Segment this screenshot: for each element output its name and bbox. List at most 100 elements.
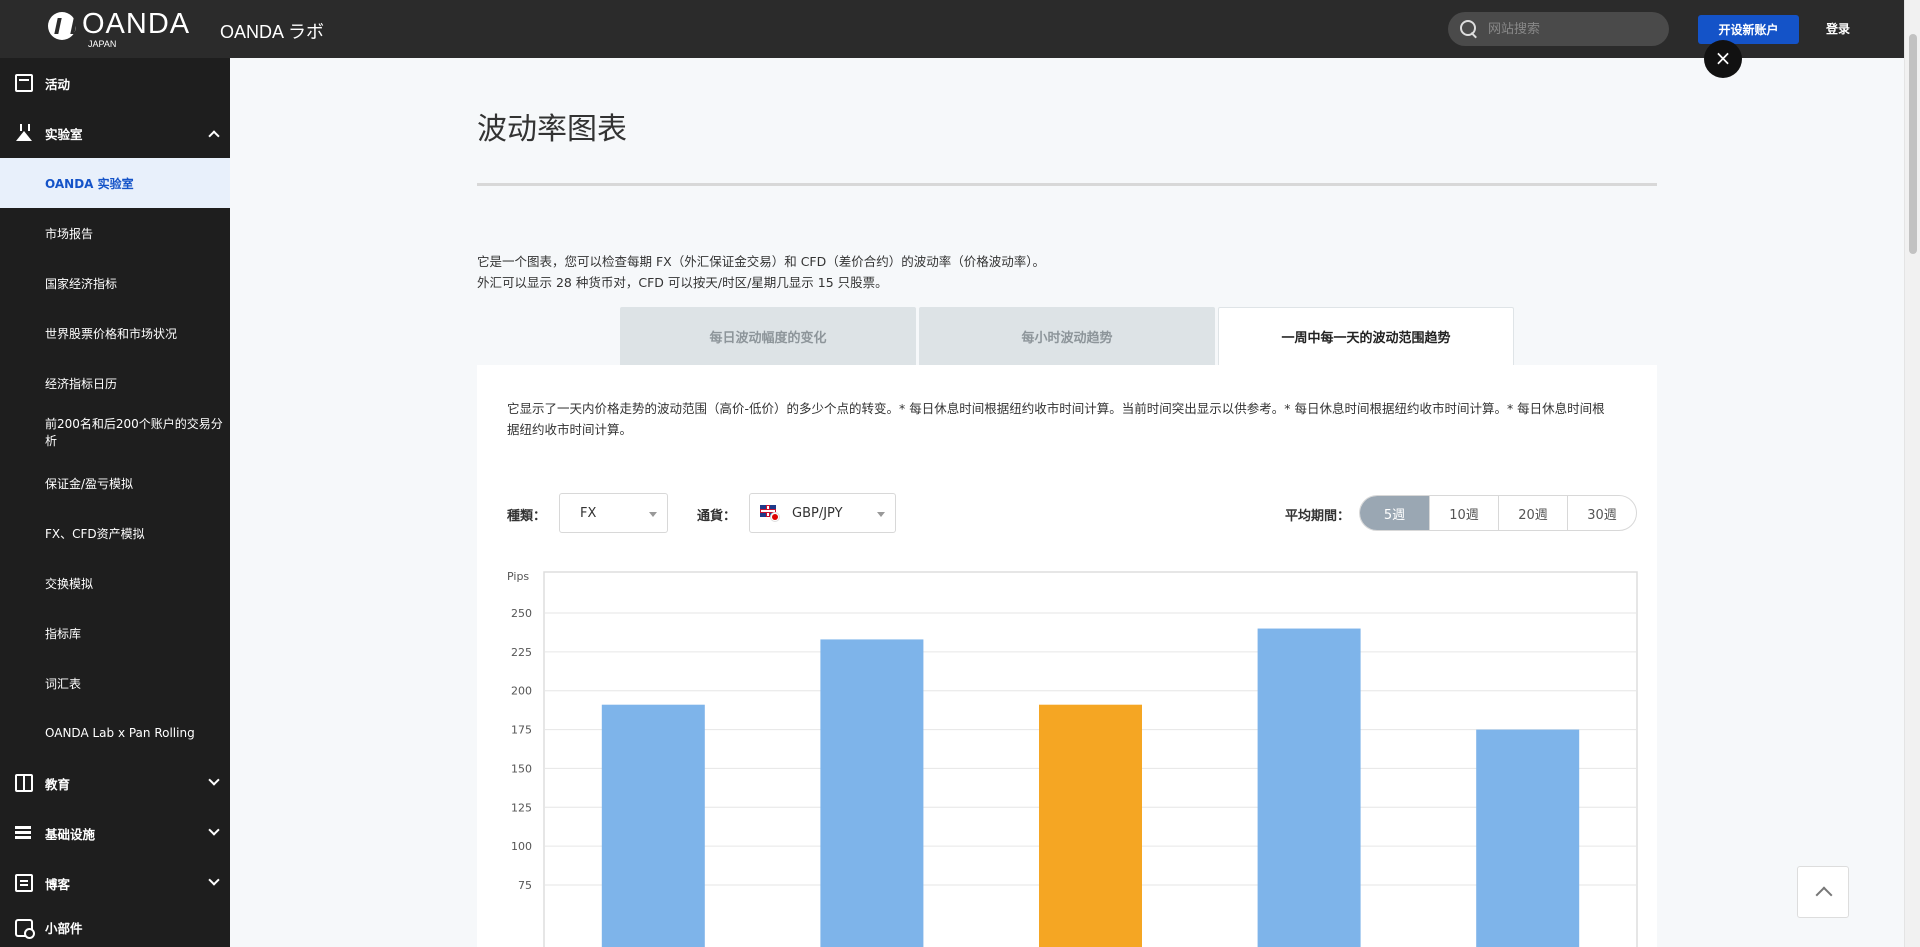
sidebar-item-indicator-library[interactable]: 指标库 (0, 608, 230, 658)
sidebar-item-education[interactable]: 教育 (0, 758, 230, 808)
chart-tabs: 每日波动幅度的变化 每小时波动趋势 一周中每一天的波动范围趋势 (620, 307, 1517, 365)
y-tick-label: 175 (511, 724, 532, 737)
type-value: FX (580, 505, 597, 521)
chart-bar (601, 704, 705, 947)
description-line-1: 它是一个图表，您可以检查每期 FX（外汇保证金交易）和 CFD（差价合约）的波动… (477, 254, 1045, 269)
sidebar-item-market-report[interactable]: 市场报告 (0, 208, 230, 258)
currency-label: 通貨： (697, 509, 737, 524)
sidebar-item-widgets[interactable]: 小部件 (0, 908, 230, 947)
period-label: 平均期間： (1285, 509, 1351, 524)
sidebar-item-label: 基础设施 (45, 826, 96, 842)
title-divider (477, 183, 1657, 186)
chart-bar (1476, 729, 1580, 947)
sidebar-item-economic-calendar[interactable]: 经济指标日历 (0, 358, 230, 408)
sidebar-item-label: 世界股票价格和市场状况 (45, 326, 178, 341)
y-tick-label: 75 (518, 879, 532, 892)
close-button[interactable]: × (1704, 40, 1742, 78)
tab-hourly-trend[interactable]: 每小时波动趋势 (919, 307, 1215, 365)
type-select[interactable]: FX (559, 493, 668, 533)
currency-value: GBP/JPY (792, 505, 843, 521)
panel-description: 它显示了一天内价格走势的波动范围（高价-低价）的多少个点的转变。* 每日休息时间… (507, 401, 1605, 437)
y-tick-label: 125 (511, 801, 532, 814)
page-description: 它是一个图表，您可以检查每期 FX（外汇保证金交易）和 CFD（差价合约）的波动… (477, 251, 1045, 293)
y-tick-label: 100 (511, 840, 532, 853)
infrastructure-icon (15, 824, 33, 842)
back-to-top-button[interactable] (1797, 866, 1849, 918)
period-30-weeks[interactable]: 30週 (1567, 496, 1636, 530)
chevron-down-icon (649, 512, 657, 517)
period-20-weeks[interactable]: 20週 (1498, 496, 1567, 530)
flask-icon (15, 124, 33, 142)
chevron-down-icon (877, 512, 885, 517)
sidebar-item-label: 保证金/盈亏模拟 (45, 476, 134, 491)
blog-icon (15, 874, 33, 892)
sidebar-item-label: 指标库 (45, 626, 82, 641)
sidebar-item-swap-sim[interactable]: 交换模拟 (0, 558, 230, 608)
sidebar-item-lab[interactable]: 实验室 (0, 108, 230, 158)
sidebar-item-top200-analysis[interactable]: 前200名和后200个账户的交易分析 (0, 408, 230, 458)
chart-panel: 它显示了一天内价格走势的波动范围（高价-低价）的多少个点的转变。* 每日休息时间… (477, 365, 1657, 947)
chart-bar (1257, 628, 1361, 947)
y-tick-label: 225 (511, 646, 532, 659)
sidebar-item-label: 市场报告 (45, 226, 94, 241)
sidebar-item-label: OANDA 实验室 (45, 176, 134, 191)
y-tick-label: 150 (511, 762, 532, 775)
search-input[interactable] (1488, 21, 1658, 37)
book-icon (15, 774, 33, 792)
volatility-chart-svg: Pips 75 100 125 150 175 200 225 250 (507, 570, 1638, 947)
top-bar: OANDA JAPAN OANDA ラボ 开设新账户 登录 (0, 0, 1920, 58)
sidebar-item-country-indicators[interactable]: 国家经济指标 (0, 258, 230, 308)
sidebar-item-glossary[interactable]: 词汇表 (0, 658, 230, 708)
site-name[interactable]: OANDA ラボ (220, 18, 324, 44)
sidebar-item-label: 词汇表 (45, 676, 82, 691)
search-icon (1460, 20, 1478, 38)
sidebar-item-label: OANDA Lab x Pan Rolling (45, 726, 195, 740)
sidebar-item-label: 活动 (45, 76, 71, 92)
type-label: 種類： (507, 509, 547, 524)
y-tick-label: 200 (511, 685, 532, 698)
chevron-down-icon (208, 874, 220, 886)
search-box[interactable] (1448, 12, 1669, 46)
sidebar-item-events[interactable]: 活动 (0, 58, 230, 108)
description-line-2: 外汇可以显示 28 种货币对，CFD 可以按天/时区/星期几显示 15 只股票。 (477, 275, 888, 290)
sidebar-item-label: 教育 (45, 776, 71, 792)
sidebar-item-asset-sim[interactable]: FX、CFD资产模拟 (0, 508, 230, 558)
sidebar-item-label: 国家经济指标 (45, 276, 118, 291)
tab-daily-range[interactable]: 每日波动幅度的变化 (620, 307, 916, 365)
volatility-chart: Pips 75 100 125 150 175 200 225 250 (477, 560, 1657, 947)
logo-sub: JAPAN (88, 39, 117, 49)
sidebar-item-oanda-lab[interactable]: OANDA 实验室 (0, 158, 230, 208)
chevron-down-icon (208, 774, 220, 786)
sidebar-item-label: 经济指标日历 (45, 376, 118, 391)
scrollbar-thumb[interactable] (1909, 34, 1917, 254)
sidebar-item-blog[interactable]: 博客 (0, 858, 230, 908)
sidebar-item-pan-rolling[interactable]: OANDA Lab x Pan Rolling (0, 708, 230, 758)
calendar-icon (15, 74, 33, 92)
oanda-logo-icon (48, 12, 76, 40)
currency-select[interactable]: GBP/JPY (749, 493, 896, 533)
sidebar: 活动 实验室 OANDA 实验室 市场报告 国家经济指标 世界股票价格和市场状况… (0, 58, 230, 947)
sidebar-item-label: 交换模拟 (45, 576, 94, 591)
open-account-button[interactable]: 开设新账户 (1698, 15, 1799, 44)
sidebar-item-label: 小部件 (45, 921, 83, 936)
tab-weekday-trend[interactable]: 一周中每一天的波动范围趋势 (1218, 307, 1514, 365)
chevron-down-icon (208, 824, 220, 836)
sidebar-item-infrastructure[interactable]: 基础设施 (0, 808, 230, 858)
sidebar-item-label: 博客 (45, 876, 71, 892)
chart-bar (1039, 704, 1142, 947)
sidebar-item-label: 实验室 (45, 126, 83, 142)
sidebar-item-label: FX、CFD资产模拟 (45, 526, 145, 541)
login-link[interactable]: 登录 (1826, 20, 1850, 37)
widget-icon (15, 918, 35, 939)
y-axis-label: Pips (507, 570, 529, 583)
oanda-logo[interactable]: OANDA JAPAN (48, 10, 190, 49)
period-toggle: 5週 10週 20週 30週 (1359, 495, 1637, 531)
page-scrollbar[interactable] (1904, 0, 1920, 947)
period-10-weeks[interactable]: 10週 (1429, 496, 1498, 530)
sidebar-item-margin-sim[interactable]: 保证金/盈亏模拟 (0, 458, 230, 508)
page-title: 波动率图表 (477, 112, 627, 147)
period-5-weeks[interactable]: 5週 (1360, 496, 1429, 530)
y-tick-label: 250 (511, 607, 532, 620)
gbp-jpy-flag-icon (760, 505, 782, 522)
sidebar-item-world-stocks[interactable]: 世界股票价格和市场状况 (0, 308, 230, 358)
